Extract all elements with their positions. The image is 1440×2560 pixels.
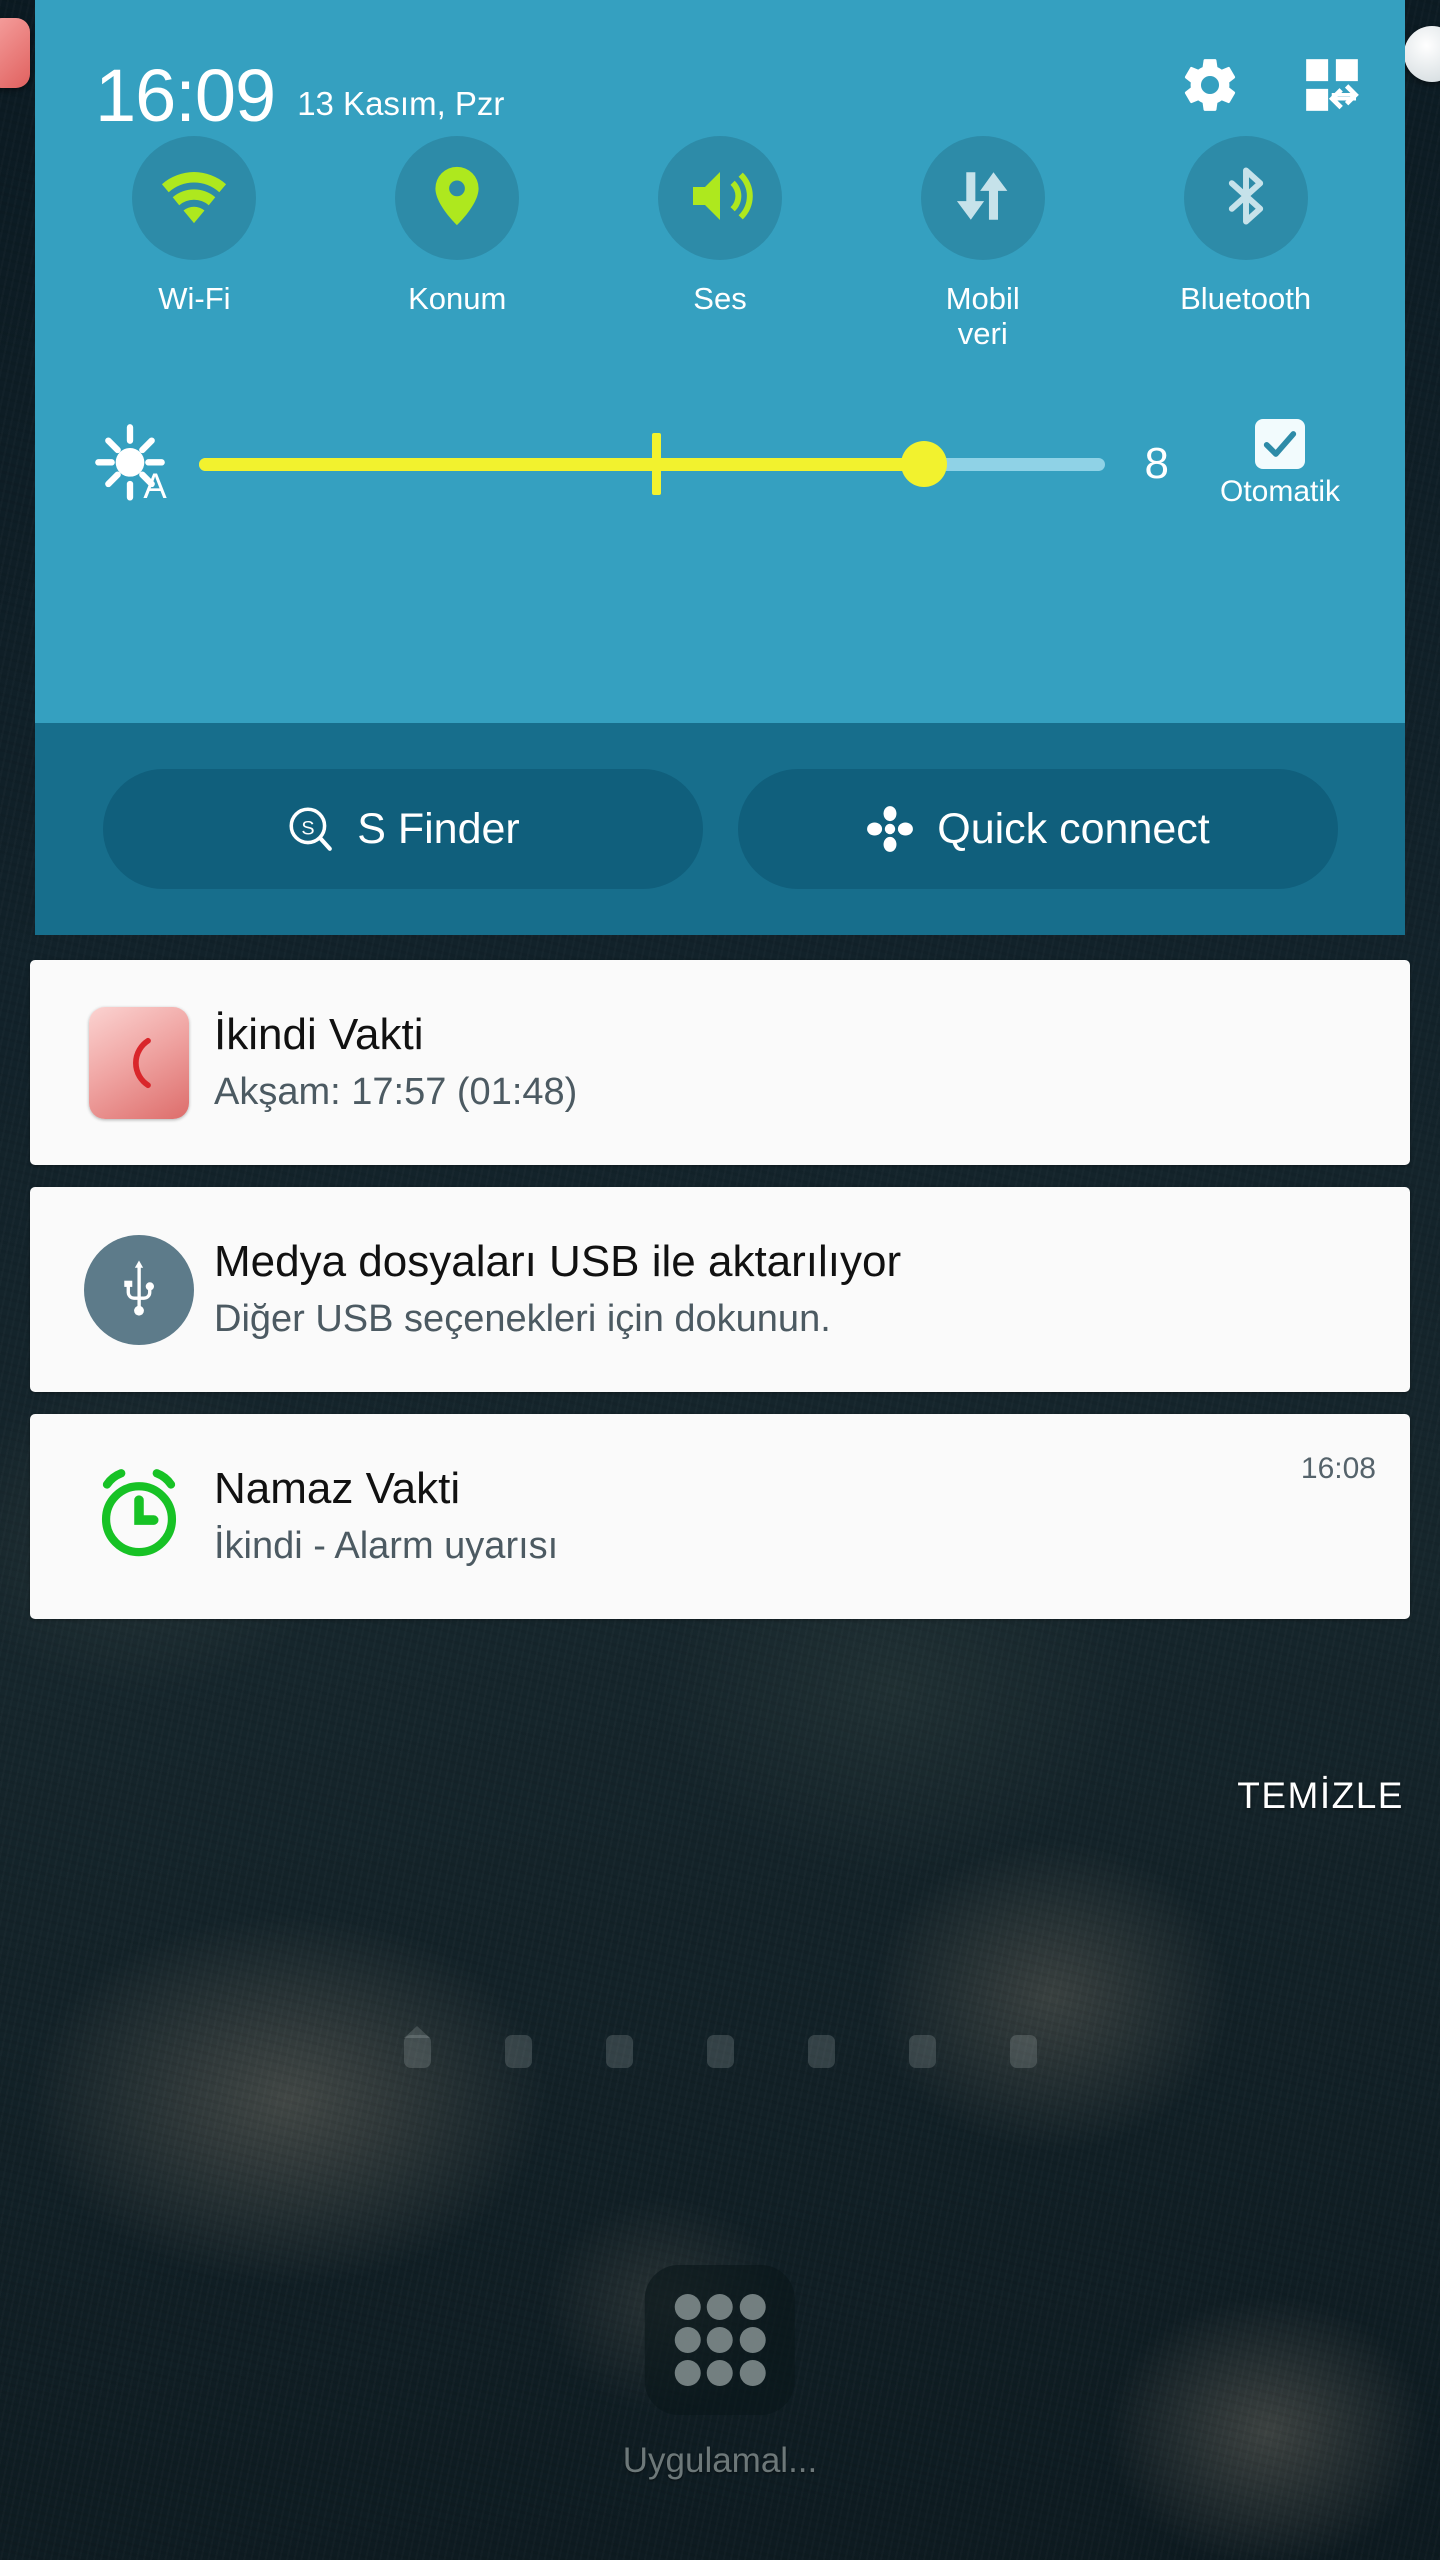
toggle-wifi-circle[interactable] <box>132 136 257 260</box>
notification-item[interactable]: Medya dosyaları USB ile aktarılıyor Diğe… <box>30 1187 1410 1392</box>
auto-brightness-label: Otomatik <box>1219 475 1341 509</box>
crescent-moon-icon <box>89 1006 189 1119</box>
page-dot[interactable] <box>1009 2035 1037 2068</box>
auto-brightness-icon[interactable]: A <box>95 424 175 506</box>
toggle-mobile-data-circle[interactable] <box>920 136 1045 260</box>
auto-brightness-toggle[interactable]: Otomatik <box>1195 419 1365 509</box>
toggle-bluetooth-circle[interactable] <box>1183 136 1308 260</box>
notification-subtitle: İkindi - Alarm uyarısı <box>214 1525 559 1568</box>
grid-dot <box>706 2294 733 2321</box>
brightness-slider-tick <box>652 433 661 496</box>
page-dot-home[interactable] <box>403 2035 431 2068</box>
usb-icon <box>84 1234 194 1345</box>
clock: 16:09 <box>95 54 276 138</box>
quick-toggle-row: Wi-Fi Konum Ses Mobil veri Bluetooth <box>35 136 1405 351</box>
toggle-mobile-data[interactable]: Mobil veri <box>851 136 1114 351</box>
quick-settings-edit-icon[interactable] <box>1301 54 1363 116</box>
edge-app-icon-left[interactable] <box>0 18 30 88</box>
bluetooth-icon <box>1212 162 1280 235</box>
notification-item[interactable]: İkindi Vakti Akşam: 17:57 (01:48) <box>30 960 1410 1165</box>
grid-dot <box>674 2326 701 2353</box>
auto-brightness-checkbox[interactable] <box>1255 419 1305 470</box>
notification-text: Namaz Vakti İkindi - Alarm uyarısı <box>214 1462 1301 1570</box>
brightness-row: A 8 Otomatik <box>35 389 1405 539</box>
svg-text:S: S <box>302 817 315 839</box>
page-dot[interactable] <box>908 2035 936 2068</box>
grid-dot <box>706 2326 733 2353</box>
header-actions <box>1179 54 1363 116</box>
grid-dot <box>674 2294 701 2321</box>
s-finder-label: S Finder <box>357 804 520 853</box>
toggle-bluetooth[interactable]: Bluetooth <box>1114 136 1377 317</box>
notification-time: 16:08 <box>1300 1452 1376 1485</box>
toggle-bluetooth-label: Bluetooth <box>1180 281 1312 316</box>
sound-icon <box>684 160 756 237</box>
notification-subtitle: Diğer USB seçenekleri için dokunun. <box>214 1298 831 1341</box>
notification-icon <box>64 1006 214 1119</box>
app-drawer-label: Uygulamal... <box>622 2441 818 2480</box>
svg-text:A: A <box>143 467 167 504</box>
quick-settings-main: 16:09 13 Kasım, Pzr Wi-Fi Konum Ses Mobi… <box>35 0 1405 723</box>
app-drawer-button[interactable]: Uygulamal... <box>622 2265 818 2481</box>
brightness-slider[interactable] <box>199 429 1105 499</box>
grid-dot <box>674 2359 701 2386</box>
page-dot[interactable] <box>807 2035 835 2068</box>
notification-title: Namaz Vakti <box>214 1464 461 1514</box>
s-finder-button[interactable]: S S Finder <box>102 769 703 889</box>
page-dot[interactable] <box>706 2035 734 2068</box>
home-page-indicator <box>0 2035 1440 2068</box>
page-dot[interactable] <box>605 2035 633 2068</box>
notification-text: Medya dosyaları USB ile aktarılıyor Diğe… <box>214 1235 1376 1343</box>
toggle-location-circle[interactable] <box>395 136 520 260</box>
notification-icon <box>64 1234 214 1345</box>
toggle-sound[interactable]: Ses <box>589 136 852 317</box>
toggle-sound-circle[interactable] <box>657 136 782 260</box>
toggle-mobile-data-label: Mobil veri <box>945 281 1020 351</box>
notification-title: İkindi Vakti <box>214 1010 424 1060</box>
notification-icon <box>64 1462 214 1571</box>
quick-settings-footer: S S Finder Quick connect <box>35 723 1405 935</box>
notification-list: İkindi Vakti Akşam: 17:57 (01:48) Medya … <box>30 960 1410 1641</box>
toggle-location-label: Konum <box>408 281 507 316</box>
toggle-location[interactable]: Konum <box>326 136 589 317</box>
status-header: 16:09 13 Kasım, Pzr <box>35 0 1405 138</box>
s-finder-icon: S <box>285 804 335 854</box>
toggle-sound-label: Ses <box>693 281 747 316</box>
brightness-value: 8 <box>1144 439 1169 489</box>
grid-dot <box>739 2294 766 2321</box>
location-pin-icon <box>422 161 492 236</box>
brightness-slider-fill <box>199 457 924 471</box>
notification-text: İkindi Vakti Akşam: 17:57 (01:48) <box>214 1008 1376 1116</box>
toggle-wifi[interactable]: Wi-Fi <box>63 136 326 317</box>
clear-notifications-button[interactable]: TEMİZLE <box>1237 1775 1404 1817</box>
quick-connect-button[interactable]: Quick connect <box>737 769 1338 889</box>
grid-dot <box>739 2326 766 2353</box>
clear-row: TEMİZLE <box>1237 1775 1404 1817</box>
app-grid-icon[interactable] <box>645 2265 795 2415</box>
quick-settings-panel: 16:09 13 Kasım, Pzr Wi-Fi Konum Ses Mobi… <box>35 0 1405 935</box>
brightness-slider-thumb[interactable] <box>900 441 947 488</box>
page-dot[interactable] <box>504 2035 532 2068</box>
date: 13 Kasım, Pzr <box>297 85 505 122</box>
grid-dot <box>706 2359 733 2386</box>
quick-connect-icon <box>865 804 915 854</box>
notification-subtitle: Akşam: 17:57 (01:48) <box>214 1071 578 1114</box>
notification-item[interactable]: Namaz Vakti İkindi - Alarm uyarısı 16:08 <box>30 1414 1410 1619</box>
quick-connect-label: Quick connect <box>937 804 1210 853</box>
mobile-data-icon <box>949 162 1017 235</box>
alarm-clock-icon <box>87 1462 191 1571</box>
toggle-wifi-label: Wi-Fi <box>158 281 231 316</box>
gear-icon[interactable] <box>1179 54 1241 116</box>
grid-dot <box>739 2359 766 2386</box>
notification-title: Medya dosyaları USB ile aktarılıyor <box>214 1237 902 1287</box>
wifi-icon <box>157 165 231 232</box>
